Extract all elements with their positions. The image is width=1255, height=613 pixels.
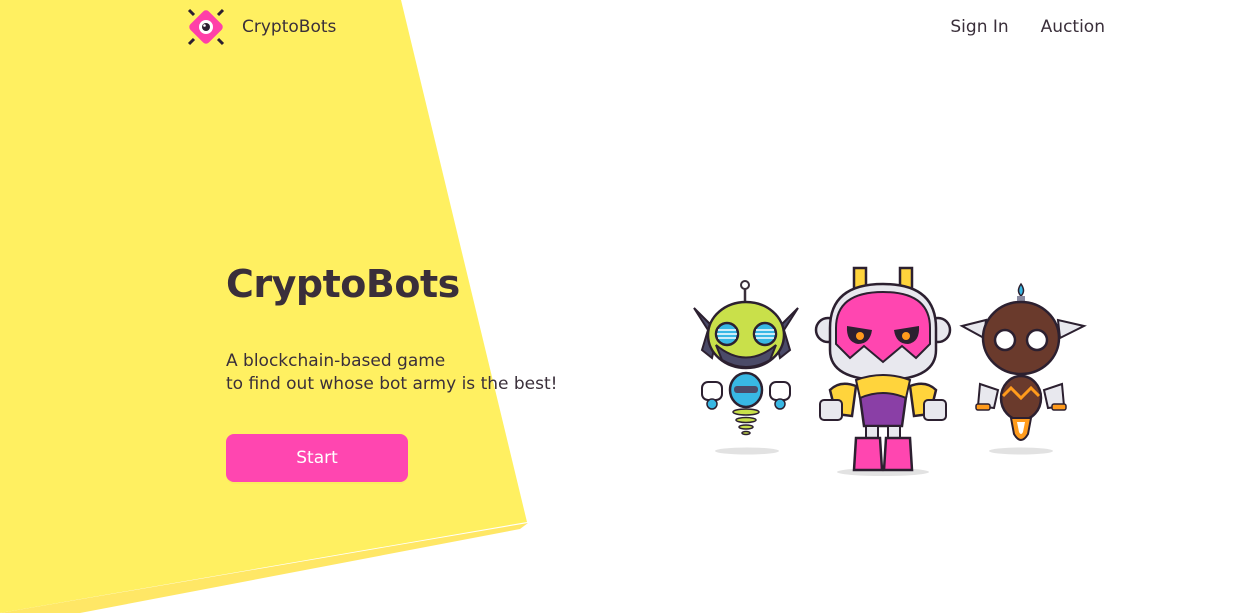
top-navigation-bar: CryptoBots Sign In Auction bbox=[0, 0, 1255, 56]
brand-name: CryptoBots bbox=[242, 17, 337, 37]
pink-robot-icon bbox=[814, 266, 952, 476]
main-nav: Sign In Auction bbox=[950, 17, 1105, 37]
hero-subtitle: A blockchain-based game to find out whos… bbox=[226, 350, 557, 396]
start-button[interactable]: Start bbox=[226, 434, 408, 482]
landing-page: CryptoBots Sign In Auction CryptoBots A … bbox=[0, 0, 1255, 613]
eye-diamond-logo-icon bbox=[187, 8, 225, 46]
sign-in-link[interactable]: Sign In bbox=[950, 17, 1008, 37]
auction-link[interactable]: Auction bbox=[1041, 17, 1105, 37]
hero-subtitle-line: A blockchain-based game bbox=[226, 351, 446, 371]
hero-subtitle-line: to find out whose bot army is the best! bbox=[226, 374, 558, 394]
robots-illustration bbox=[693, 266, 1087, 476]
brand[interactable]: CryptoBots bbox=[186, 7, 336, 47]
brown-robot-icon bbox=[959, 282, 1087, 455]
green-robot-icon bbox=[693, 280, 799, 455]
hero-title: CryptoBots bbox=[226, 262, 460, 306]
